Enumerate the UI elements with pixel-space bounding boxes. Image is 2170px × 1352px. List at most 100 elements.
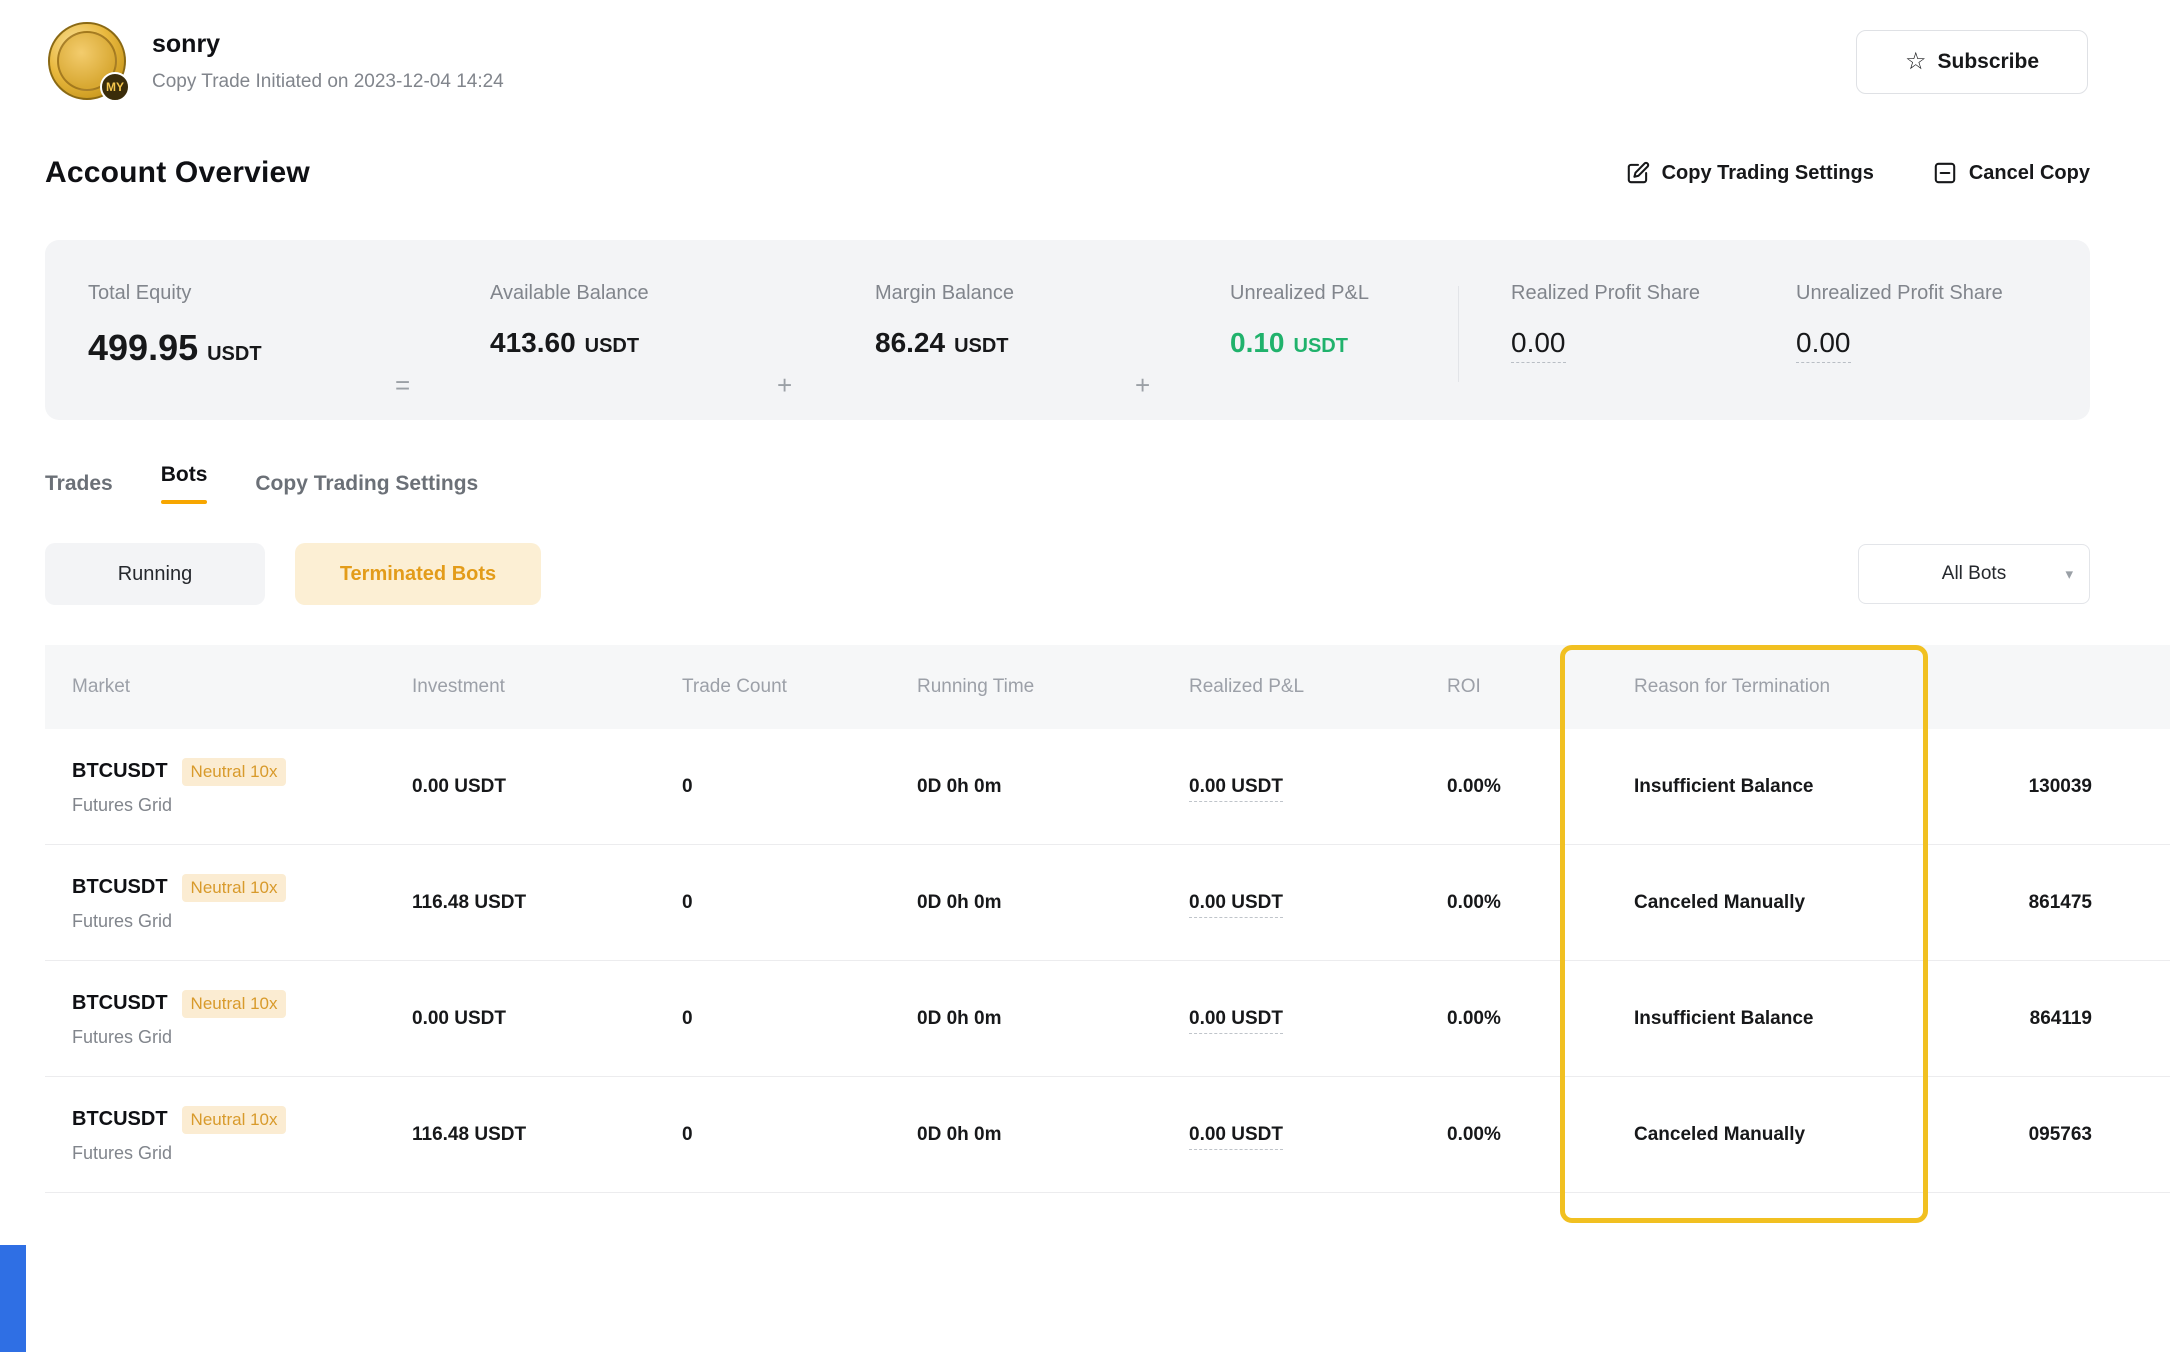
leverage-badge: Neutral 10x <box>182 990 287 1018</box>
trader-name: sonry <box>152 30 504 59</box>
avatar: MY <box>48 22 126 100</box>
bot-id: 095763 <box>1962 1124 2170 1146</box>
stat-label: Total Equity <box>88 282 395 305</box>
running-time-value: 0D 0h 0m <box>890 776 1162 798</box>
stat-total-equity: Total Equity 499.95 USDT <box>88 282 395 369</box>
realized-pnl-value[interactable]: 0.00 USDT <box>1189 776 1283 802</box>
realized-pnl-cell: 0.00 USDT <box>1162 892 1420 914</box>
tab-copy-trading-settings[interactable]: Copy Trading Settings <box>255 463 478 504</box>
column-header-trade-count: Trade Count <box>655 676 890 698</box>
stat-unrealized-profit-share: Unrealized Profit Share 0.00 <box>1796 282 2003 363</box>
stat-unit: USDT <box>1294 335 1348 358</box>
table-row[interactable]: BTCUSDT Neutral 10x Futures Grid 116.48 … <box>45 1077 2170 1193</box>
terminated-bots-table: Market Investment Trade Count Running Ti… <box>45 645 2170 1193</box>
plus-operator: + <box>777 282 875 401</box>
page-title: Account Overview <box>45 156 310 190</box>
stat-value: 499.95 <box>88 327 198 369</box>
all-bots-dropdown-label: All Bots <box>1942 563 2006 585</box>
trader-header: MY sonry Copy Trade Initiated on 2023-12… <box>48 22 504 100</box>
column-header-realized-pnl: Realized P&L <box>1162 676 1420 698</box>
tab-bots[interactable]: Bots <box>161 463 208 504</box>
market-cell: BTCUSDT Neutral 10x Futures Grid <box>45 1106 385 1164</box>
tab-trades[interactable]: Trades <box>45 463 113 504</box>
table-row[interactable]: BTCUSDT Neutral 10x Futures Grid 116.48 … <box>45 845 2170 961</box>
stat-value[interactable]: 0.00 <box>1511 327 1566 363</box>
stat-label: Unrealized Profit Share <box>1796 282 2003 305</box>
equals-operator: = <box>395 282 490 401</box>
stat-available-balance: Available Balance 413.60 USDT <box>490 282 777 359</box>
column-header-market: Market <box>45 676 385 698</box>
realized-pnl-value[interactable]: 0.00 USDT <box>1189 1124 1283 1150</box>
market-name: BTCUSDT <box>72 992 168 1015</box>
bot-id: 864119 <box>1962 1008 2170 1030</box>
stat-label: Margin Balance <box>875 282 1135 305</box>
investment-value: 116.48 USDT <box>385 892 655 914</box>
running-time-value: 0D 0h 0m <box>890 892 1162 914</box>
cancel-copy-label: Cancel Copy <box>1969 162 2090 185</box>
realized-pnl-cell: 0.00 USDT <box>1162 1124 1420 1146</box>
termination-reason: Insufficient Balance <box>1607 1008 1962 1030</box>
stat-label: Realized Profit Share <box>1511 282 1796 305</box>
copy-trade-initiated-text: Copy Trade Initiated on 2023-12-04 14:24 <box>152 71 504 93</box>
stat-unrealized-pnl: Unrealized P&L 0.10 USDT <box>1230 282 1458 359</box>
plus-operator: + <box>1135 282 1230 401</box>
leverage-badge: Neutral 10x <box>182 758 287 786</box>
table-row[interactable]: BTCUSDT Neutral 10x Futures Grid 0.00 US… <box>45 729 2170 845</box>
subscribe-label: Subscribe <box>1937 50 2039 74</box>
account-stats-panel: Total Equity 499.95 USDT = Available Bal… <box>45 240 2090 420</box>
blue-edge-bar <box>0 1245 26 1352</box>
market-cell: BTCUSDT Neutral 10x Futures Grid <box>45 990 385 1048</box>
stat-label: Unrealized P&L <box>1230 282 1458 305</box>
running-time-value: 0D 0h 0m <box>890 1008 1162 1030</box>
bot-type: Futures Grid <box>72 795 385 816</box>
roi-value: 0.00% <box>1420 776 1607 798</box>
trade-count-value: 0 <box>655 1008 890 1030</box>
running-filter-button[interactable]: Running <box>45 543 265 605</box>
tab-bar: Trades Bots Copy Trading Settings <box>45 463 478 504</box>
avatar-country-badge: MY <box>100 72 130 102</box>
market-cell: BTCUSDT Neutral 10x Futures Grid <box>45 874 385 932</box>
subscribe-button[interactable]: ☆ Subscribe <box>1856 30 2088 94</box>
bot-id: 130039 <box>1962 776 2170 798</box>
cancel-copy-button[interactable]: Cancel Copy <box>1932 160 2090 186</box>
termination-reason: Insufficient Balance <box>1607 776 1962 798</box>
star-icon: ☆ <box>1905 50 1927 74</box>
bot-id: 861475 <box>1962 892 2170 914</box>
stat-value[interactable]: 0.00 <box>1796 327 1851 363</box>
trade-count-value: 0 <box>655 1124 890 1146</box>
column-header-running-time: Running Time <box>890 676 1162 698</box>
edit-icon <box>1625 160 1651 186</box>
terminated-bots-filter-button[interactable]: Terminated Bots <box>295 543 541 605</box>
stat-margin-balance: Margin Balance 86.24 USDT <box>875 282 1135 359</box>
market-name: BTCUSDT <box>72 760 168 783</box>
table-row[interactable]: BTCUSDT Neutral 10x Futures Grid 0.00 US… <box>45 961 2170 1077</box>
bot-type: Futures Grid <box>72 911 385 932</box>
investment-value: 0.00 USDT <box>385 1008 655 1030</box>
overview-row: Account Overview Copy Trading Settings <box>45 156 2090 190</box>
realized-pnl-value[interactable]: 0.00 USDT <box>1189 892 1283 918</box>
stat-unit: USDT <box>585 335 639 358</box>
roi-value: 0.00% <box>1420 1008 1607 1030</box>
market-name: BTCUSDT <box>72 876 168 899</box>
active-tab-underline <box>161 500 208 504</box>
market-cell: BTCUSDT Neutral 10x Futures Grid <box>45 758 385 816</box>
table-body: BTCUSDT Neutral 10x Futures Grid 0.00 US… <box>45 729 2170 1193</box>
market-name: BTCUSDT <box>72 1108 168 1131</box>
termination-reason: Canceled Manually <box>1607 892 1962 914</box>
column-header-reason: Reason for Termination <box>1607 676 1962 698</box>
investment-value: 0.00 USDT <box>385 776 655 798</box>
realized-pnl-cell: 0.00 USDT <box>1162 776 1420 798</box>
copy-trading-settings-button[interactable]: Copy Trading Settings <box>1625 160 1874 186</box>
all-bots-dropdown[interactable]: All Bots ▾ <box>1858 544 2090 604</box>
realized-pnl-value[interactable]: 0.00 USDT <box>1189 1008 1283 1034</box>
leverage-badge: Neutral 10x <box>182 1106 287 1134</box>
bots-filter-row: Running Terminated Bots All Bots ▾ <box>45 543 2090 605</box>
minus-square-icon <box>1932 160 1958 186</box>
overview-actions: Copy Trading Settings Cancel Copy <box>1625 160 2090 186</box>
stat-realized-profit-share: Realized Profit Share 0.00 <box>1511 282 1796 363</box>
trade-count-value: 0 <box>655 892 890 914</box>
leverage-badge: Neutral 10x <box>182 874 287 902</box>
column-header-investment: Investment <box>385 676 655 698</box>
bot-type: Futures Grid <box>72 1143 385 1164</box>
stat-label: Available Balance <box>490 282 777 305</box>
